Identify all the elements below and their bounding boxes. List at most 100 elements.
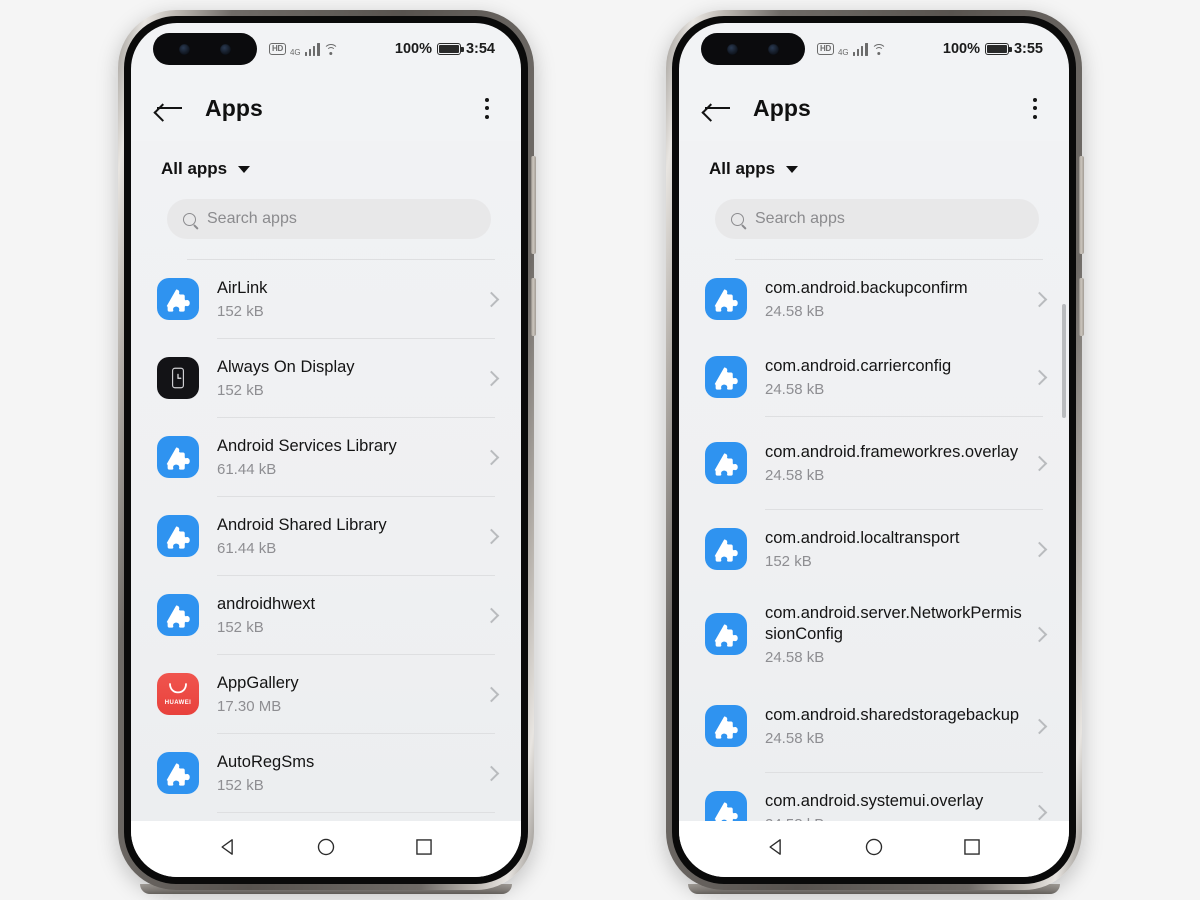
app-size: 152 kB (217, 777, 264, 794)
front-camera-lens (220, 43, 231, 55)
status-clock: 3:54 (465, 41, 495, 57)
app-name: com.android.carrierconfig (765, 357, 952, 375)
app-size: 24.58 kB (765, 816, 1022, 821)
nav-home-icon[interactable] (315, 836, 337, 863)
app-name: Always On Display (217, 358, 355, 376)
phones-stage: HD 4G 100% 3:54 Apps All apps Search apps AirLi… (0, 0, 1200, 900)
app-icon-always-on-display (157, 357, 199, 399)
table-row[interactable]: com.android.localtransport 152 kB (679, 510, 1069, 588)
chevron-right-icon (483, 449, 500, 465)
table-row[interactable]: Android Services Library 61.44 kB (131, 418, 521, 496)
all-apps-filter[interactable]: All apps (131, 141, 521, 189)
status-clock: 3:55 (1013, 41, 1043, 57)
app-size: 24.58 kB (765, 303, 825, 320)
table-row[interactable]: AirLink 152 kB (131, 260, 521, 338)
camera-punch-hole (701, 33, 805, 65)
app-name: AppGallery (217, 674, 299, 692)
navigation-bar (679, 821, 1069, 877)
app-size: 24.58 kB (765, 467, 825, 484)
screen-left: HD 4G 100% 3:54 Apps All apps Search apps AirLi… (131, 23, 521, 877)
app-size: 24.58 kB (765, 648, 825, 666)
volume-button[interactable] (531, 156, 536, 254)
table-row[interactable]: androidhwext 152 kB (131, 576, 521, 654)
app-bar: Apps (131, 75, 521, 141)
search-placeholder: Search apps (755, 210, 845, 227)
app-name: AirLink (217, 279, 268, 297)
content-area: All apps Search apps AirLink 152 kB Always O… (131, 141, 521, 821)
app-icon-puzzle (705, 278, 747, 320)
table-row[interactable]: com.android.systemui.overlay 24.58 kB (679, 773, 1069, 821)
app-name: com.android.server.NetworkPermissionConf… (765, 603, 1022, 643)
chevron-right-icon (483, 291, 500, 307)
battery-full-icon (436, 42, 464, 56)
back-arrow-icon[interactable] (157, 97, 183, 119)
chevron-right-icon (483, 765, 500, 781)
status-left-icons: HD 4G (269, 42, 339, 57)
nav-recents-icon[interactable] (961, 836, 983, 863)
all-apps-filter-label: All apps (161, 159, 228, 178)
status-bar: HD 4G 100% 3:54 (131, 23, 521, 75)
app-size: 24.58 kB (765, 381, 825, 398)
network-type-label: 4G (289, 47, 301, 57)
app-name: com.android.systemui.overlay (765, 792, 984, 810)
signal-bars-icon (852, 42, 868, 56)
app-icon-puzzle (157, 752, 199, 794)
wifi-icon (323, 43, 339, 55)
chevron-right-icon (483, 370, 500, 386)
search-input[interactable]: Search apps (167, 199, 491, 239)
scrollbar-thumb[interactable] (1062, 304, 1066, 418)
kebab-menu-icon[interactable] (481, 92, 493, 125)
table-row[interactable]: com.android.carrierconfig 24.58 kB (679, 338, 1069, 416)
nav-back-icon[interactable] (765, 836, 787, 863)
huawei-wordmark: HUAWEI (164, 700, 192, 706)
app-name: com.android.sharedstoragebackup (765, 706, 1020, 724)
status-bar: HD 4G 100% 3:55 (679, 23, 1069, 75)
table-row[interactable]: com.android.frameworkres.overlay 24.58 kB (679, 417, 1069, 509)
battery-percent-label: 100% (394, 41, 432, 57)
nav-back-icon[interactable] (217, 836, 239, 863)
battery-percent-label: 100% (942, 41, 980, 57)
table-row[interactable]: com.android.server.NetworkPermissionConf… (679, 588, 1069, 680)
table-row[interactable]: Android Shared Library 61.44 kB (131, 497, 521, 575)
chevron-right-icon (483, 607, 500, 623)
navigation-bar (131, 821, 521, 877)
page-title: Apps (753, 94, 811, 121)
power-button[interactable] (1079, 278, 1084, 336)
search-input[interactable]: Search apps (715, 199, 1039, 239)
table-row[interactable]: com.android.sharedstoragebackup 24.58 kB (679, 680, 1069, 772)
chevron-right-icon (483, 686, 500, 702)
status-right-group: 100% 3:54 (395, 41, 495, 57)
table-row[interactable]: com.android.backupconfirm 24.58 kB (679, 260, 1069, 338)
power-button[interactable] (531, 278, 536, 336)
app-name: com.android.frameworkres.overlay (765, 443, 1019, 461)
status-right-group: 100% 3:55 (943, 41, 1043, 57)
table-row[interactable]: AutoRegSms 152 kB (131, 734, 521, 812)
app-name: Android Shared Library (217, 516, 387, 534)
app-list: AirLink 152 kB Always On Display 152 kB Andr… (131, 253, 521, 821)
table-row[interactable]: HUAWEI AppGallery 17.30 MB (131, 655, 521, 733)
app-size: 152 kB (765, 553, 812, 570)
app-icon-appgallery: HUAWEI (157, 673, 199, 715)
network-type-label: 4G (837, 47, 849, 57)
nav-recents-icon[interactable] (413, 836, 435, 863)
all-apps-filter[interactable]: All apps (679, 141, 1069, 189)
chevron-right-icon (1031, 455, 1048, 471)
all-apps-filter-label: All apps (709, 159, 776, 178)
table-row[interactable]: Always On Display 152 kB (131, 339, 521, 417)
chevron-right-icon (1031, 626, 1048, 642)
back-arrow-icon[interactable] (705, 97, 731, 119)
app-icon-puzzle (157, 278, 199, 320)
app-icon-puzzle (157, 436, 199, 478)
app-size: 152 kB (217, 619, 264, 636)
nav-home-icon[interactable] (863, 836, 885, 863)
kebab-menu-icon[interactable] (1029, 92, 1041, 125)
app-size: 17.30 MB (217, 698, 282, 715)
app-size: 24.58 kB (765, 730, 825, 747)
chevron-down-icon (238, 165, 251, 173)
list-divider (217, 812, 495, 813)
app-icon-puzzle (157, 515, 199, 557)
volume-button[interactable] (1079, 156, 1084, 254)
front-camera-lens (727, 43, 738, 55)
wifi-icon (871, 43, 887, 55)
battery-full-icon (984, 42, 1012, 56)
